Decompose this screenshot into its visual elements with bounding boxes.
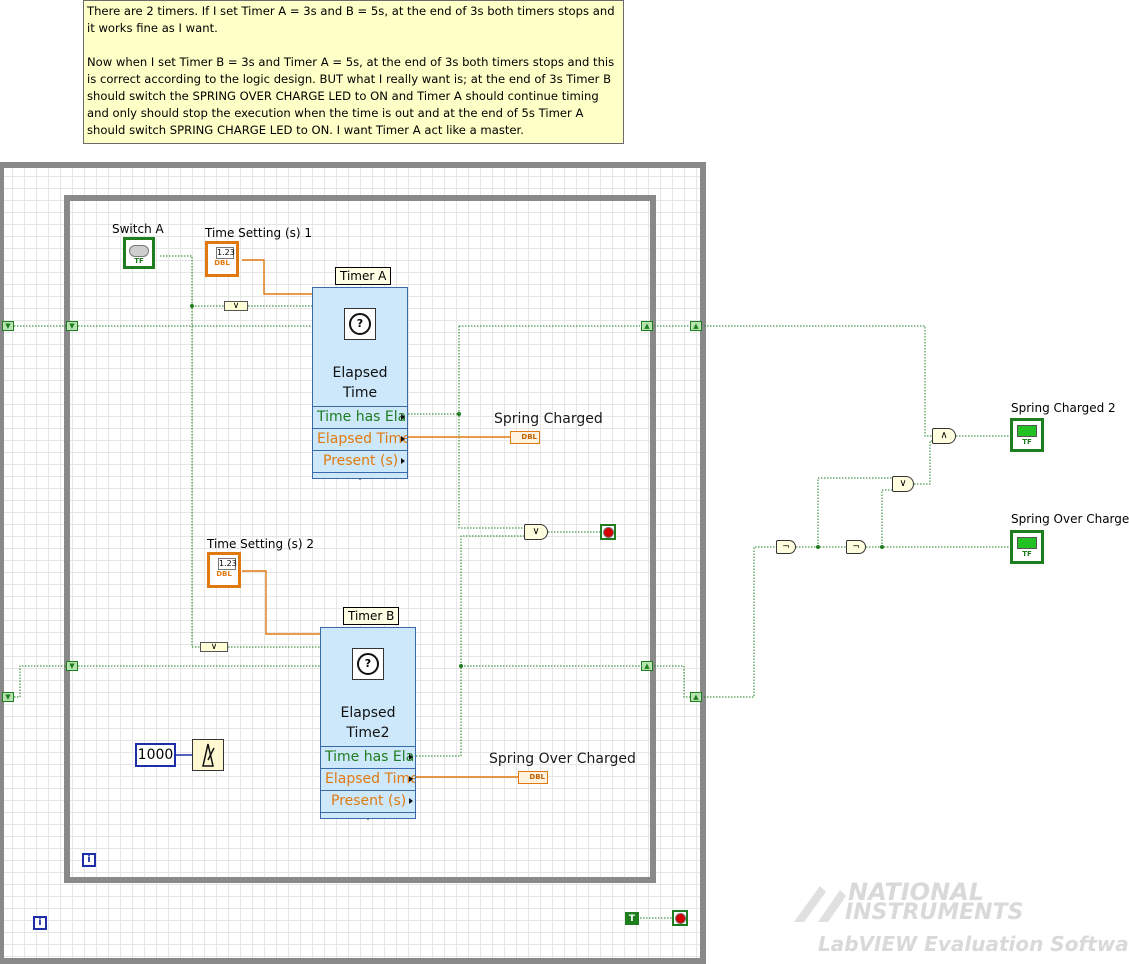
wait-ms-constant[interactable]: 1000 xyxy=(135,743,176,767)
not-gate-2[interactable]: ¬ xyxy=(846,540,866,554)
wire-vert-a xyxy=(458,326,524,529)
spring-over-charge-led[interactable]: TF xyxy=(1010,530,1044,564)
not-gate-2-symbol: ¬ xyxy=(852,542,860,552)
outer-tunnel-left-bottom[interactable]: ▼ xyxy=(2,692,14,702)
timer-b-out-present[interactable]: Present (s) xyxy=(321,790,415,812)
inner-tunnel-left-bottom[interactable]: ▼ xyxy=(66,661,78,671)
watermark-instruments: INSTRUMENTS xyxy=(845,900,1024,925)
watermark-labview: LabVIEW Evaluation Software xyxy=(818,932,1129,956)
not-gate-1-symbol: ¬ xyxy=(782,542,790,552)
timer-b-resize-grip[interactable]: ⌄ xyxy=(321,812,415,823)
switch-a-label: Switch A xyxy=(112,222,164,236)
time-setting-1-dbl: DBL xyxy=(214,259,230,267)
inner-tunnel-right-top[interactable]: ▲ xyxy=(641,321,653,331)
wire-timeset-1 xyxy=(242,259,312,295)
spring-charged-2-led[interactable]: TF xyxy=(1010,418,1044,452)
switch-a-tf: TF xyxy=(134,257,144,265)
or-gate-right[interactable]: ∨ xyxy=(892,476,914,492)
timer-a-express-vi[interactable]: ? Elapsed Time Time has Elap Elapsed Tim… xyxy=(312,287,408,482)
timer-b-express-vi[interactable]: ? Elapsed Time2 Time has Elap Elapsed Ti… xyxy=(320,627,416,822)
spring-charged-terminal[interactable]: DBL xyxy=(510,431,540,444)
inner-loop-stop-terminal[interactable] xyxy=(600,524,616,540)
timer-b-title-2: Time2 xyxy=(346,725,390,741)
stop-icon xyxy=(675,913,685,923)
time-setting-1-terminal[interactable]: 1.23 DBL xyxy=(205,241,239,277)
spring-charged-label: Spring Charged xyxy=(494,411,603,427)
time-setting-2-dbl: DBL xyxy=(216,570,232,578)
inner-tunnel-right-bottom[interactable]: ▲ xyxy=(641,661,653,671)
or-gate-right-symbol: ∨ xyxy=(899,478,907,489)
time-setting-1-value: 1.23 xyxy=(216,247,235,259)
timer-b-out-elapsed-time[interactable]: Elapsed Time xyxy=(321,768,415,790)
or-gate-stop-symbol: ∨ xyxy=(532,526,540,537)
wires-layer xyxy=(14,255,1010,919)
wait-ms-function[interactable] xyxy=(192,739,224,771)
time-setting-1-label: Time Setting (s) 1 xyxy=(205,226,313,240)
stopwatch-icon: ? xyxy=(344,308,376,340)
outer-tunnel-left-top[interactable]: ▼ xyxy=(2,321,14,331)
timer-b-title-1: Elapsed xyxy=(340,705,396,721)
spring-charged-dbl: DBL xyxy=(521,433,537,441)
or-gate-stop[interactable]: ∨ xyxy=(524,524,548,540)
and-gate-right-symbol: ∧ xyxy=(940,430,948,441)
spring-charged-2-tf: TF xyxy=(1022,438,1032,446)
ni-logo-icon xyxy=(794,886,846,922)
wire-left-in-bottom xyxy=(14,665,320,698)
time-setting-2-label: Time Setting (s) 2 xyxy=(207,537,315,551)
spring-over-charged-dbl: DBL xyxy=(529,773,545,781)
stopwatch-icon: ? xyxy=(352,648,384,680)
wire-timeset-2 xyxy=(242,570,320,635)
timer-b-label: Timer B xyxy=(343,607,400,625)
inner-loop-iteration-terminal: i xyxy=(82,853,96,867)
time-setting-2-value: 1.23 xyxy=(218,558,237,570)
metronome-icon xyxy=(202,743,215,767)
timer-a-out-time-elapsed[interactable]: Time has Elap xyxy=(313,406,407,428)
time-setting-2-terminal[interactable]: 1.23 DBL xyxy=(207,552,241,588)
spring-over-charged-label: Spring Over Charged xyxy=(489,751,636,767)
or-gate-a-symbol: ∨ xyxy=(232,301,240,311)
spring-over-charged-terminal[interactable]: DBL xyxy=(518,771,548,784)
outer-tunnel-right-bottom[interactable]: ▲ xyxy=(690,692,702,702)
or-gate-b[interactable]: ∨ xyxy=(200,642,228,652)
spring-charged-2-label: Spring Charged 2 xyxy=(1011,401,1116,415)
and-gate-right[interactable]: ∧ xyxy=(932,428,956,444)
inner-tunnel-left-top[interactable]: ▼ xyxy=(66,321,78,331)
spring-over-charge-label: Spring Over Charge xyxy=(1011,512,1129,526)
timer-a-title-1: Elapsed xyxy=(332,365,388,381)
wire-b-out xyxy=(461,546,776,698)
timer-a-out-present[interactable]: Present (s) xyxy=(313,450,407,472)
switch-a-terminal[interactable]: TF xyxy=(123,237,155,269)
timer-a-out-elapsed-time[interactable]: Elapsed Time xyxy=(313,428,407,450)
wire-time-elapsed-b xyxy=(416,535,524,757)
wire-switch xyxy=(160,255,320,648)
wire-or2-and xyxy=(914,440,932,485)
timer-b-out-time-elapsed[interactable]: Time has Elap xyxy=(321,746,415,768)
outer-tunnel-right-top[interactable]: ▲ xyxy=(690,321,702,331)
timer-a-resize-grip[interactable]: ⌄ xyxy=(313,472,407,483)
true-constant[interactable]: T xyxy=(625,912,639,925)
outer-loop-stop-terminal[interactable] xyxy=(672,910,688,926)
or-gate-a[interactable]: ∨ xyxy=(224,301,248,311)
outer-loop-iteration-terminal: i xyxy=(33,916,47,930)
stop-icon xyxy=(603,527,613,537)
spring-over-charge-tf: TF xyxy=(1022,550,1032,558)
timer-a-title-2: Time xyxy=(342,385,378,401)
timer-a-label: Timer A xyxy=(335,267,392,285)
not-gate-1[interactable]: ¬ xyxy=(776,540,796,554)
or-gate-b-symbol: ∨ xyxy=(210,642,218,652)
